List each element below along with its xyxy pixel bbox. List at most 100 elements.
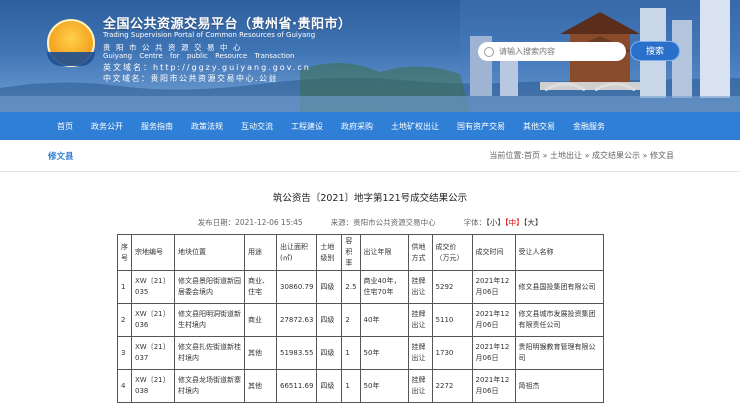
table-header-cell: 地块位置 <box>174 234 245 271</box>
table-cell: 四级 <box>316 270 343 304</box>
table-cell: 5110 <box>431 303 473 337</box>
table-cell: 1 <box>117 270 132 304</box>
table-cell: XW〔21〕036 <box>131 303 175 337</box>
table-row: 1 XW〔21〕035 修文县景阳街道新园居委会境内 商业、住宅 30860.7… <box>117 270 604 304</box>
font-small-link[interactable]: 【小】 <box>486 218 505 227</box>
article-meta: 发布日期：2021-12-06 15:45 来源：贵阳市公共资源交易中心 字体：… <box>0 217 740 228</box>
table-cell: 挂牌出让 <box>407 303 433 337</box>
table-cell: XW〔21〕038 <box>131 369 175 403</box>
nav-item-policy[interactable]: 政策法规 <box>191 121 223 132</box>
table-cell: 3 <box>117 336 132 370</box>
publish-date: 发布日期：2021-12-06 15:45 <box>197 218 303 227</box>
nav-item-interaction[interactable]: 互动交流 <box>241 121 273 132</box>
search-box <box>478 42 626 61</box>
table-cell: 修文县国投集团有限公司 <box>514 270 604 304</box>
article-source: 来源：贵阳市公共资源交易中心 <box>330 218 436 227</box>
table-cell: 简祖杰 <box>514 369 604 403</box>
site-header: 全国公共资源交易平台（贵州省·贵阳市） Trading Supervision … <box>0 0 740 112</box>
table-cell: 商业40年，住宅70年 <box>359 270 409 304</box>
table-cell: XW〔21〕035 <box>131 270 175 304</box>
nav-item-land-mining[interactable]: 土地矿权出让 <box>391 121 439 132</box>
table-cell: 51983.55 <box>275 336 318 370</box>
breadcrumb-bar: 修文县 当前位置:首页 » 土地出让 » 成交结果公示 » 修文县 <box>0 140 740 172</box>
table-cell: 1 <box>341 369 361 403</box>
table-header-cell: 成交时间 <box>471 234 516 271</box>
table-cell: XW〔21〕037 <box>131 336 175 370</box>
table-cell: 修文县景阳街道新园居委会境内 <box>174 270 245 304</box>
table-header-cell: 出让年限 <box>359 234 409 271</box>
site-title: 全国公共资源交易平台（贵州省·贵阳市） <box>103 17 352 32</box>
table-header-cell: 宗地编号 <box>131 234 175 271</box>
table-header-row: 序号 宗地编号 地块位置 用途 出让面积(㎡) 土地级别 容积率 出让年限 供地… <box>117 234 604 271</box>
site-cn-domain: 中文域名：贵阳市公共资源交易中心.公益 <box>103 74 279 83</box>
area-title: 修文县 <box>48 151 74 162</box>
nav-item-state-assets[interactable]: 国有资产交易 <box>457 121 505 132</box>
table-cell: 66511.69 <box>275 369 318 403</box>
table-cell: 50年 <box>359 336 409 370</box>
nav-item-construction[interactable]: 工程建设 <box>291 121 323 132</box>
table-cell: 2021年12月06日 <box>471 336 516 370</box>
table-cell: 商业、住宅 <box>244 270 277 304</box>
table-cell: 1730 <box>431 336 473 370</box>
table-cell: 30860.79 <box>275 270 318 304</box>
nav-item-finance[interactable]: 金融服务 <box>573 121 605 132</box>
table-cell: 四级 <box>316 303 343 337</box>
table-cell: 2021年12月06日 <box>471 369 516 403</box>
table-cell: 挂牌出让 <box>407 336 433 370</box>
main-nav: 首页 政务公开 服务指南 政策法规 互动交流 工程建设 政府采购 土地矿权出让 … <box>0 112 740 140</box>
font-size-controls: 字体：【小】【中】【大】 <box>464 217 543 228</box>
article-title: 筑公资告〔2021〕地字第121号成交结果公示 <box>272 193 468 204</box>
table-header-cell: 序号 <box>117 234 132 271</box>
table-cell: 挂牌出让 <box>407 270 433 304</box>
font-large-link[interactable]: 【大】 <box>524 218 543 227</box>
table-cell: 其他 <box>244 369 277 403</box>
breadcrumb[interactable]: 当前位置:首页 » 土地出让 » 成交结果公示 » 修文县 <box>489 150 674 161</box>
org-name-en: Guiyang Centre for public Resource Trans… <box>103 52 295 60</box>
nav-item-home[interactable]: 首页 <box>57 121 73 132</box>
table-cell: 其他 <box>244 336 277 370</box>
table-cell: 四级 <box>316 369 343 403</box>
table-cell: 5292 <box>431 270 473 304</box>
nav-item-other-trading[interactable]: 其他交易 <box>523 121 555 132</box>
table-cell: 修文县扎佐街道新桂村境内 <box>174 336 245 370</box>
site-subtitle-en: Trading Supervision Portal of Common Res… <box>103 31 316 39</box>
search-input[interactable] <box>499 47 619 56</box>
table-cell: 修文县龙场街道新寨村境内 <box>174 369 245 403</box>
table-cell: 2.5 <box>341 270 361 304</box>
table-header-cell: 供地方式 <box>407 234 433 271</box>
table-row: 2 XW〔21〕036 修文县阳明洞街道新生村境内 商业 27872.63 四级… <box>117 303 604 337</box>
table-header-cell: 受让人名称 <box>514 234 604 271</box>
search-button[interactable]: 搜索 <box>630 41 680 61</box>
search-icon <box>484 46 494 57</box>
result-table: 序号 宗地编号 地块位置 用途 出让面积(㎡) 土地级别 容积率 出让年限 供地… <box>117 234 604 403</box>
table-header-cell: 成交价（万元） <box>431 234 473 271</box>
table-cell: 2 <box>341 303 361 337</box>
table-cell: 2 <box>117 303 132 337</box>
font-medium-link[interactable]: 【中】 <box>505 218 524 227</box>
site-url: 英文域名：http://ggzy.guiyang.gov.cn <box>103 63 311 72</box>
table-cell: 4 <box>117 369 132 403</box>
table-row: 3 XW〔21〕037 修文县扎佐街道新桂村境内 其他 51983.55 四级 … <box>117 336 604 370</box>
table-cell: 修文县阳明洞街道新生村境内 <box>174 303 245 337</box>
table-cell: 2021年12月06日 <box>471 303 516 337</box>
table-header-cell: 土地级别 <box>316 234 343 271</box>
table-cell: 40年 <box>359 303 409 337</box>
table-cell: 1 <box>341 336 361 370</box>
table-cell: 27872.63 <box>275 303 318 337</box>
nav-item-procurement[interactable]: 政府采购 <box>341 121 373 132</box>
table-header-cell: 容积率 <box>341 234 361 271</box>
table-cell: 商业 <box>244 303 277 337</box>
table-cell: 四级 <box>316 336 343 370</box>
table-cell: 50年 <box>359 369 409 403</box>
table-cell: 贵阳明猴教育管理有限公司 <box>514 336 604 370</box>
nav-item-gov-affairs[interactable]: 政务公开 <box>91 121 123 132</box>
table-cell: 2021年12月06日 <box>471 270 516 304</box>
table-row: 4 XW〔21〕038 修文县龙场街道新寨村境内 其他 66511.69 四级 … <box>117 369 604 403</box>
table-header-cell: 出让面积(㎡) <box>275 234 318 271</box>
nav-item-service-guide[interactable]: 服务指南 <box>141 121 173 132</box>
table-header-cell: 用途 <box>244 234 277 271</box>
table-cell: 修文县城市发展投资集团有限责任公司 <box>514 303 604 337</box>
table-cell: 挂牌出让 <box>407 369 433 403</box>
logo-wave-icon <box>47 52 95 66</box>
table-cell: 2272 <box>431 369 473 403</box>
